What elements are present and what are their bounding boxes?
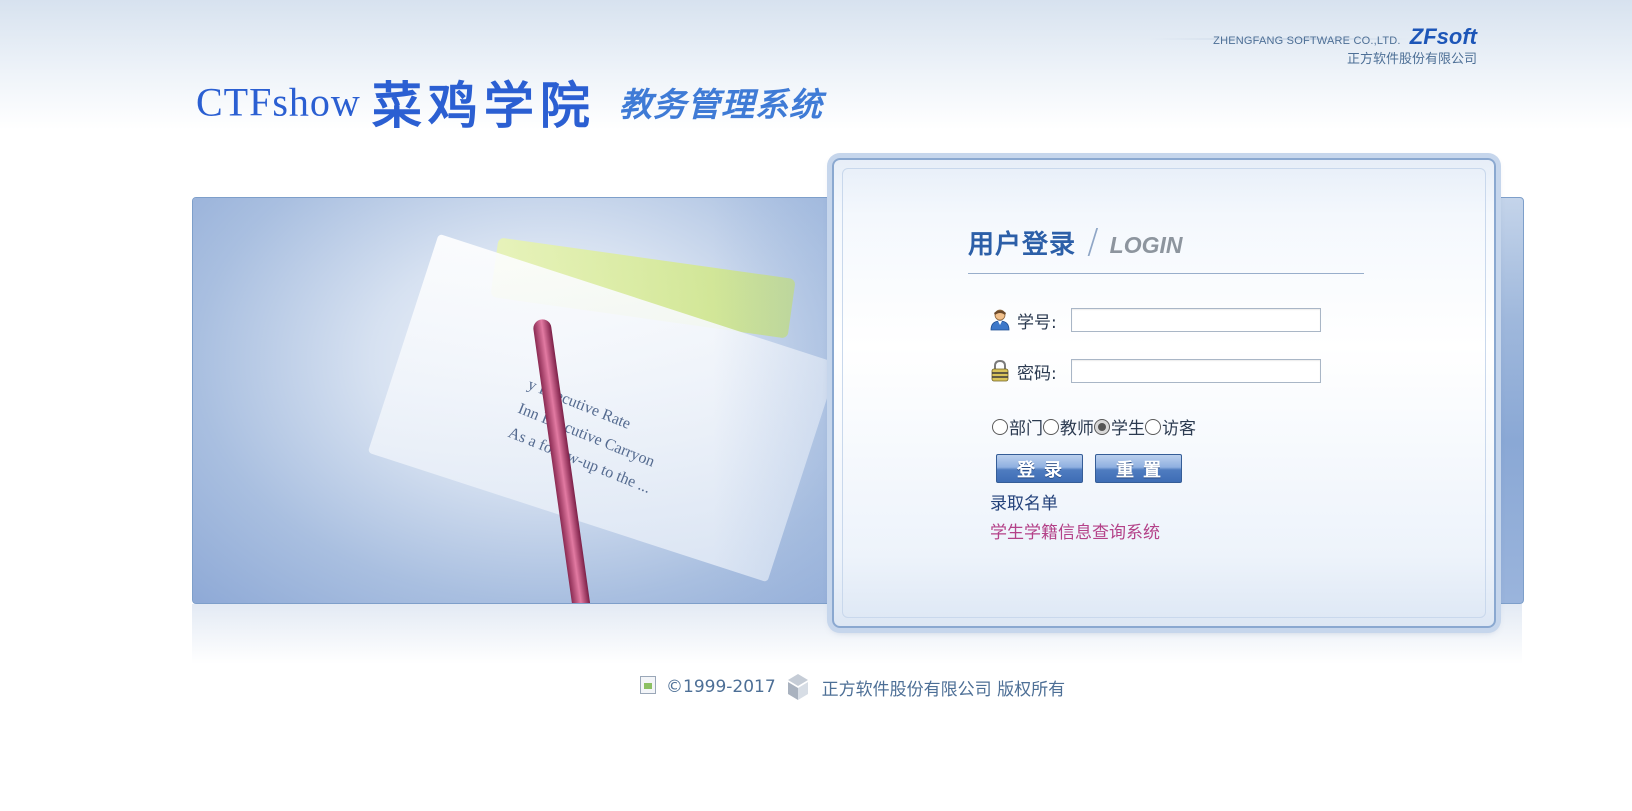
login-title: 用户登录 / LOGIN <box>968 222 1183 262</box>
logo-prefix: CTFshow <box>196 79 361 125</box>
login-title-divider: / <box>1087 222 1099 262</box>
vendor-brand: ZFsoft <box>1409 24 1477 49</box>
footer-company: 正方软件股份有限公司 版权所有 <box>821 679 1066 700</box>
footer-copyright: ©1999-2017 <box>666 677 776 697</box>
role-selector: 部门 教师 学生 访客 <box>992 414 1196 439</box>
user-icon <box>990 309 1010 331</box>
radio-student[interactable] <box>1094 418 1110 435</box>
radio-department[interactable] <box>992 418 1008 435</box>
role-option-student[interactable]: 学生 <box>1094 414 1145 439</box>
login-actions: 登录 重置 <box>996 454 1194 483</box>
login-links: 录取名单 学生学籍信息查询系统 <box>990 490 1160 548</box>
password-label: 密码: <box>1017 363 1057 384</box>
footer: ©1999-2017 正方软件股份有限公司 版权所有 <box>640 672 1065 702</box>
role-label-visitor: 访客 <box>1162 419 1196 439</box>
radio-visitor[interactable] <box>1145 418 1161 435</box>
vendor-logo: ZHENGFANG SOFTWARE CO.,LTD. ZFsoft 正方软件股… <box>1213 24 1477 67</box>
student-status-query-link[interactable]: 学生学籍信息查询系统 <box>990 519 1160 548</box>
site-logo: CTFshow 菜鸡学院 教务管理系统 <box>196 66 823 136</box>
login-button[interactable]: 登录 <box>996 454 1083 483</box>
role-option-visitor[interactable]: 访客 <box>1145 414 1196 439</box>
role-option-department[interactable]: 部门 <box>992 414 1043 439</box>
logo-system-name: 教务管理系统 <box>619 85 823 124</box>
company-logo-icon <box>786 672 810 702</box>
radio-teacher[interactable] <box>1043 418 1059 435</box>
reset-button[interactable]: 重置 <box>1095 454 1182 483</box>
lock-icon <box>990 359 1010 382</box>
role-label-student: 学生 <box>1111 419 1145 439</box>
role-label-teacher: 教师 <box>1060 419 1094 439</box>
admission-list-link[interactable]: 录取名单 <box>990 490 1160 519</box>
username-input[interactable] <box>1071 308 1321 332</box>
role-option-teacher[interactable]: 教师 <box>1043 414 1094 439</box>
password-input[interactable] <box>1071 359 1321 383</box>
username-row: 学号: <box>990 306 1321 334</box>
broken-image-icon <box>640 676 664 698</box>
username-label: 学号: <box>1017 312 1057 333</box>
role-label-department: 部门 <box>1009 419 1043 439</box>
login-title-english: LOGIN <box>1109 232 1183 258</box>
login-panel: 用户登录 / LOGIN 学号: 密码: 部门 教师 学生 访客 登录 重置 录… <box>832 158 1496 628</box>
vendor-chinese-name: 正方软件股份有限公司 <box>1346 52 1477 67</box>
login-title-rule <box>968 273 1364 274</box>
logo-school-name: 菜鸡学院 <box>371 76 596 135</box>
login-title-chinese: 用户登录 <box>968 230 1077 260</box>
vendor-english-name: ZHENGFANG SOFTWARE CO.,LTD. <box>1213 35 1401 47</box>
password-row: 密码: <box>990 357 1321 385</box>
